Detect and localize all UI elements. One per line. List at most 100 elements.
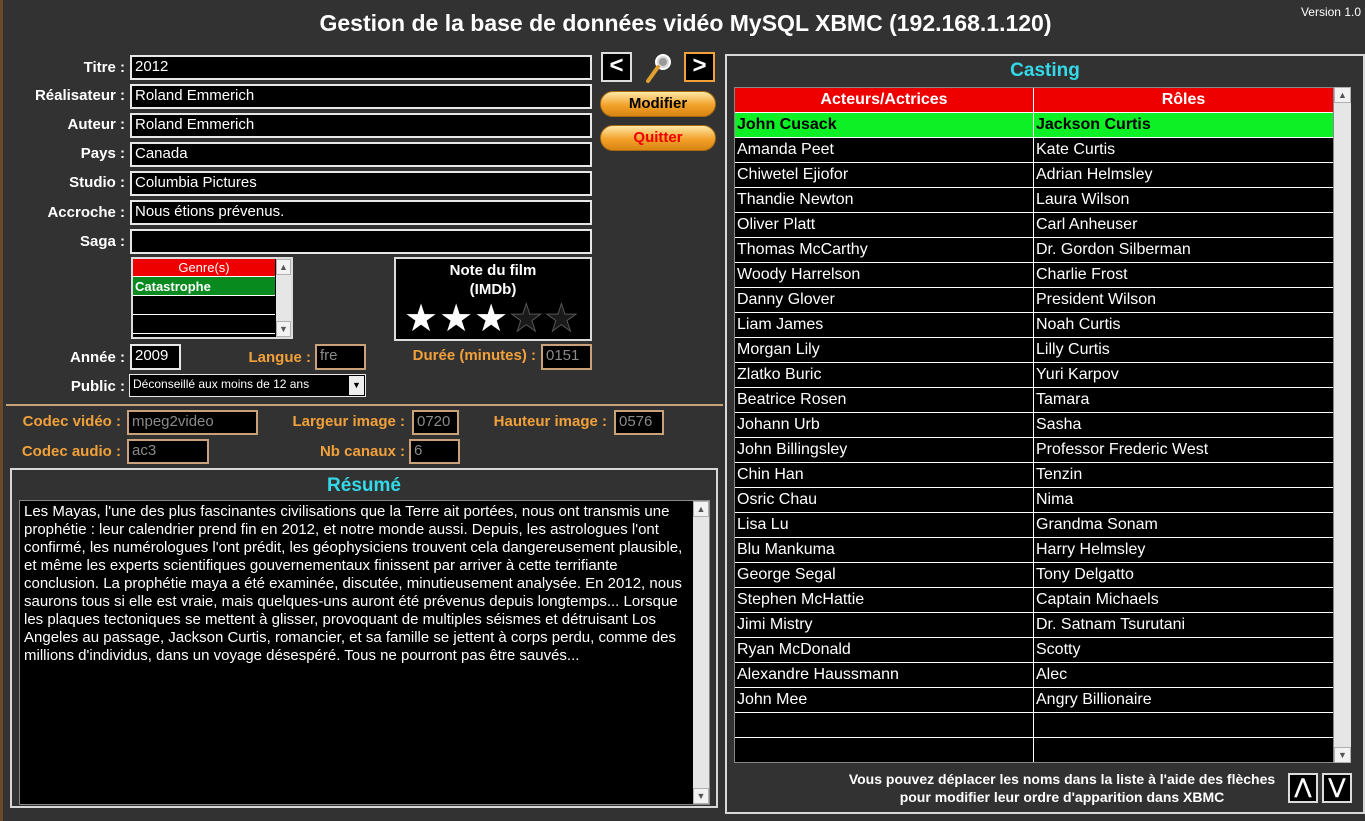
role-cell[interactable]: Carl Anheuser [1034,213,1333,237]
actor-cell[interactable]: Ryan McDonald [735,638,1034,662]
role-cell[interactable] [1034,713,1333,737]
scroll-up-icon[interactable]: ▲ [693,501,709,517]
table-row[interactable]: Chiwetel Ejiofor Adrian Helmsley [735,163,1333,188]
scroll-down-icon[interactable]: ▼ [1334,747,1351,763]
actor-cell[interactable]: Danny Glover [735,288,1034,312]
table-row[interactable]: Jimi Mistry Dr. Satnam Tsurutani [735,613,1333,638]
saga-input[interactable] [130,229,592,254]
resume-scrollbar[interactable]: ▲ ▼ [693,501,709,804]
actor-cell[interactable]: Beatrice Rosen [735,388,1034,412]
actor-cell[interactable]: John Billingsley [735,438,1034,462]
actor-cell[interactable]: Jimi Mistry [735,613,1034,637]
actor-cell[interactable]: Stephen McHattie [735,588,1034,612]
actor-cell[interactable] [735,713,1034,737]
table-row[interactable]: Amanda Peet Kate Curtis [735,138,1333,163]
actor-cell[interactable]: Chin Han [735,463,1034,487]
table-row[interactable]: Morgan Lily Lilly Curtis [735,338,1333,363]
table-row[interactable]: Danny Glover President Wilson [735,288,1333,313]
role-cell[interactable]: Grandma Sonam [1034,513,1333,537]
next-button[interactable]: > [684,52,715,82]
table-row[interactable] [735,713,1333,738]
list-item[interactable] [133,296,275,315]
titre-input[interactable]: 2012 [130,55,592,80]
studio-input[interactable]: Columbia Pictures [130,171,592,196]
table-row[interactable]: Liam James Noah Curtis [735,313,1333,338]
actor-cell[interactable]: Oliver Platt [735,213,1034,237]
role-cell[interactable]: Lilly Curtis [1034,338,1333,362]
role-cell[interactable]: Noah Curtis [1034,313,1333,337]
table-row[interactable]: John Cusack Jackson Curtis [735,113,1333,138]
realisateur-input[interactable]: Roland Emmerich [130,84,592,109]
table-row[interactable]: Zlatko Buric Yuri Karpov [735,363,1333,388]
role-cell[interactable]: Tony Delgatto [1034,563,1333,587]
actor-cell[interactable]: Lisa Lu [735,513,1034,537]
role-cell[interactable]: Angry Billionaire [1034,688,1333,712]
role-cell[interactable]: Dr. Satnam Tsurutani [1034,613,1333,637]
role-cell[interactable] [1034,738,1333,762]
quitter-button[interactable]: Quitter [600,125,716,151]
table-row[interactable]: Lisa Lu Grandma Sonam [735,513,1333,538]
role-cell[interactable]: Kate Curtis [1034,138,1333,162]
role-cell[interactable]: Nima [1034,488,1333,512]
role-cell[interactable]: Laura Wilson [1034,188,1333,212]
role-cell[interactable]: Alec [1034,663,1333,687]
actor-cell[interactable]: Thomas McCarthy [735,238,1034,262]
role-cell[interactable]: Scotty [1034,638,1333,662]
role-cell[interactable]: Yuri Karpov [1034,363,1333,387]
table-row[interactable]: Ryan McDonald Scotty [735,638,1333,663]
role-cell[interactable]: Captain Michaels [1034,588,1333,612]
scroll-up-icon[interactable]: ▲ [1334,87,1351,103]
chevron-down-icon[interactable]: ▼ [349,376,364,395]
actor-cell[interactable]: John Cusack [735,113,1034,137]
scroll-down-icon[interactable]: ▼ [276,321,291,337]
table-row[interactable]: Johann Urb Sasha [735,413,1333,438]
role-cell[interactable]: Professor Frederic West [1034,438,1333,462]
table-row[interactable]: Thandie Newton Laura Wilson [735,188,1333,213]
role-cell[interactable]: Adrian Helmsley [1034,163,1333,187]
role-cell[interactable]: Sasha [1034,413,1333,437]
public-select[interactable]: Déconseillé aux moins de 12 ans ▼ [129,374,366,397]
actor-cell[interactable]: Johann Urb [735,413,1034,437]
table-row[interactable]: Chin Han Tenzin [735,463,1333,488]
actor-cell[interactable]: George Segal [735,563,1034,587]
role-cell[interactable]: Dr. Gordon Silberman [1034,238,1333,262]
actor-cell[interactable]: John Mee [735,688,1034,712]
table-row[interactable]: John Mee Angry Billionaire [735,688,1333,713]
actor-cell[interactable]: Chiwetel Ejiofor [735,163,1034,187]
actor-cell[interactable]: Liam James [735,313,1034,337]
actor-cell[interactable] [735,738,1034,762]
accroche-input[interactable]: Nous étions prévenus. [130,200,592,225]
list-item[interactable]: Catastrophe [133,277,275,296]
duree-input[interactable]: 0151 [541,344,592,370]
table-row[interactable]: Blu Mankuma Harry Helmsley [735,538,1333,563]
actor-cell[interactable]: Woody Harrelson [735,263,1034,287]
pays-input[interactable]: Canada [130,142,592,167]
scroll-down-icon[interactable]: ▼ [693,788,709,804]
table-row[interactable]: Stephen McHattie Captain Michaels [735,588,1333,613]
move-down-button[interactable]: ⋁ [1322,773,1352,803]
table-row[interactable] [735,738,1333,762]
genre-list[interactable]: Genre(s) Catastrophe ▲ ▼ [131,257,293,339]
role-cell[interactable]: President Wilson [1034,288,1333,312]
table-row[interactable]: Woody Harrelson Charlie Frost [735,263,1333,288]
resume-textarea[interactable]: Les Mayas, l'une des plus fascinantes ci… [19,500,710,805]
role-cell[interactable]: Tenzin [1034,463,1333,487]
role-cell[interactable]: Tamara [1034,388,1333,412]
actor-cell[interactable]: Amanda Peet [735,138,1034,162]
table-row[interactable]: George Segal Tony Delgatto [735,563,1333,588]
actor-cell[interactable]: Blu Mankuma [735,538,1034,562]
actor-cell[interactable]: Zlatko Buric [735,363,1034,387]
genre-scrollbar[interactable]: ▲ ▼ [276,259,291,337]
role-cell[interactable]: Jackson Curtis [1034,113,1333,137]
table-row[interactable]: Alexandre Haussmann Alec [735,663,1333,688]
table-row[interactable]: Beatrice Rosen Tamara [735,388,1333,413]
casting-table[interactable]: Acteurs/Actrices Rôles John Cusack Jackso… [734,87,1334,763]
codec-audio-input[interactable]: ac3 [127,439,209,464]
table-row[interactable]: John Billingsley Professor Frederic West [735,438,1333,463]
scroll-up-icon[interactable]: ▲ [276,259,291,275]
table-row[interactable]: Thomas McCarthy Dr. Gordon Silberman [735,238,1333,263]
auteur-input[interactable]: Roland Emmerich [130,113,592,138]
role-cell[interactable]: Harry Helmsley [1034,538,1333,562]
move-up-button[interactable]: ⋀ [1288,773,1318,803]
table-row[interactable]: Osric Chau Nima [735,488,1333,513]
